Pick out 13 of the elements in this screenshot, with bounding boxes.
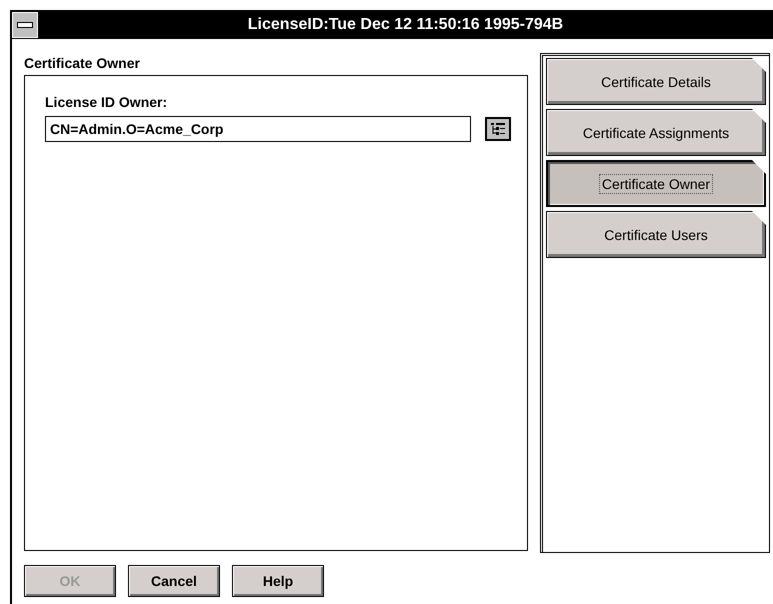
- page-tab[interactable]: Certificate Details: [546, 58, 766, 105]
- browse-button[interactable]: [485, 117, 511, 141]
- window-title: LicenseID:Tue Dec 12 11:50:16 1995-794B: [246, 16, 564, 34]
- tree-icon: [490, 122, 506, 136]
- dialog-button[interactable]: Cancel: [128, 565, 220, 597]
- page-tab[interactable]: Certificate Users: [546, 211, 766, 258]
- system-menu-button[interactable]: [12, 12, 38, 38]
- section-title: Certificate Owner: [24, 54, 141, 73]
- dialog-button[interactable]: Help: [232, 565, 324, 597]
- owner-field[interactable]: CN=Admin.O=Acme_Corp: [45, 116, 471, 142]
- page-tab[interactable]: Certificate Assignments: [546, 109, 766, 156]
- field-label: License ID Owner:: [45, 94, 168, 110]
- page-tab[interactable]: Certificate Owner: [546, 160, 766, 207]
